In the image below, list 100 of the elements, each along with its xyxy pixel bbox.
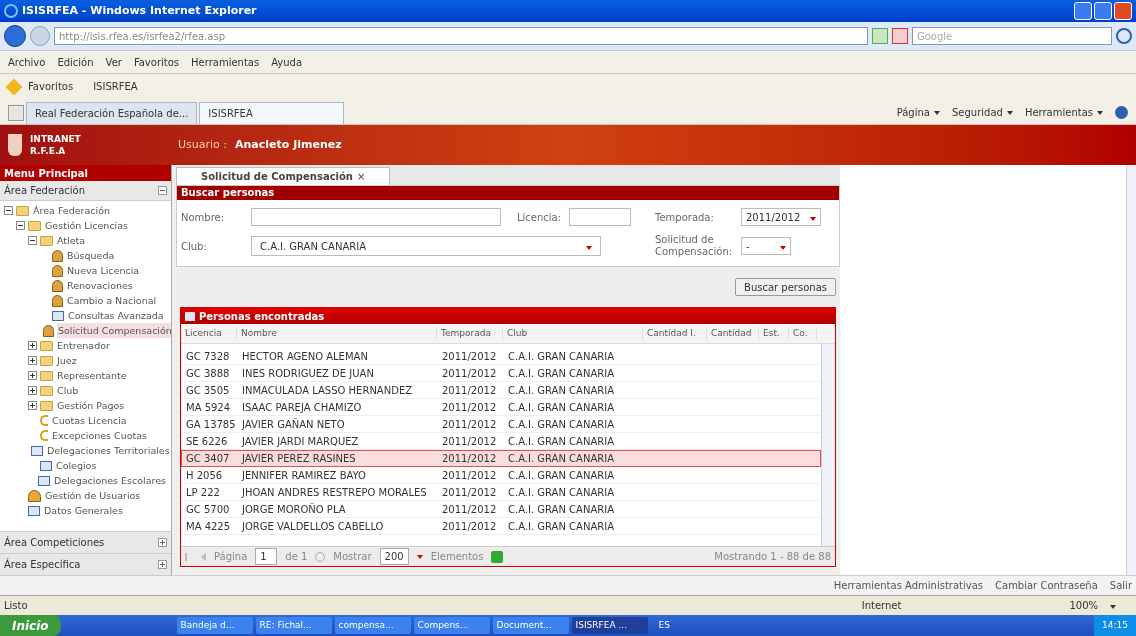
content-tab[interactable]: Solicitud de Compensación × (176, 167, 391, 185)
season-select[interactable]: 2011/2012 (741, 208, 821, 226)
maximize-button[interactable] (1094, 2, 1112, 20)
expand-icon[interactable] (28, 401, 37, 410)
favorites-button[interactable]: Favoritos (28, 79, 74, 94)
column-header[interactable]: Est. (759, 326, 789, 341)
table-cell-text: JAVIER JARDI MARQUEZ (240, 435, 360, 449)
collapse-icon[interactable] (28, 236, 37, 245)
tree-item[interactable]: Club (56, 383, 80, 398)
menu-item[interactable]: Ayuda (271, 54, 303, 70)
expand-icon[interactable] (28, 341, 37, 350)
tree-item[interactable]: Búsqueda (66, 248, 116, 263)
tree-item[interactable]: Solicitud Compensación (57, 323, 171, 338)
column-header[interactable]: Cantidad I. (643, 326, 707, 341)
tree-item[interactable]: Datos Generales (43, 503, 124, 518)
address-field[interactable]: http://isis.rfea.es/isrfea2/rfea.asp (54, 27, 868, 45)
expand-icon[interactable] (28, 386, 37, 395)
tree-item[interactable]: Representante (56, 368, 128, 383)
club-select[interactable]: C.A.I. GRAN CANARIA (251, 236, 601, 256)
table-row[interactable]: GC 7328 HECTOR AGENO ALEMAN 2011/2012 C.A.I. GRAN CANARIA (181, 348, 821, 365)
tree-item[interactable]: Gestión Licencias (44, 218, 130, 233)
tree-item[interactable]: Gestión de Usuarios (44, 488, 142, 503)
menu-item[interactable]: Ver (105, 54, 122, 70)
expand-icon[interactable] (28, 371, 37, 380)
tree-item[interactable]: Consultas Avanzada (67, 308, 165, 323)
accordion-header[interactable]: Área Competiciones (0, 531, 171, 553)
person-icon (52, 294, 63, 307)
table-cell-text: GC 7328 (185, 350, 231, 364)
back-button[interactable] (4, 25, 26, 47)
panel-title: Buscar personas (177, 186, 839, 200)
collapse-icon[interactable] (16, 221, 25, 230)
taskbar-button[interactable]: RE: Fichal... (255, 617, 332, 634)
tree-item[interactable]: Cuotas Licencia (51, 413, 128, 428)
tree-item[interactable]: Juez (56, 353, 78, 368)
browser-tab[interactable]: Real Federación Española de... (26, 102, 198, 124)
table-cell-text: 2011/2012 (441, 350, 498, 364)
name-input[interactable] (251, 208, 501, 226)
tree-item[interactable]: Colegios (55, 458, 98, 473)
column-header[interactable]: Licencia (181, 326, 237, 341)
footer-link[interactable]: Salir (1109, 578, 1132, 593)
scrollbar[interactable] (821, 344, 835, 546)
table-row[interactable]: MA 5924 ISAAC PAREJA CHAMIZO 2011/2012 C.A.I. GRAN CANARIA (181, 399, 821, 416)
tree-item[interactable]: Nueva Licencia (66, 263, 141, 278)
table-row[interactable]: GC 3505 INMACULADA LASSO HERNANDEZ 2011/2012 C.A.I. GRAN CANARIA (181, 382, 821, 399)
compensation-select[interactable]: - (741, 237, 791, 255)
collapse-icon[interactable] (4, 206, 13, 215)
page-size-select[interactable]: 200 (379, 548, 409, 565)
command-menu[interactable]: Herramientas (1024, 105, 1103, 120)
table-row[interactable]: GA 13785 JAVIER GAÑAN NETO 2011/2012 C.A.I. GRAN CANARIA (181, 416, 821, 433)
menu-item[interactable]: Favoritos (133, 54, 180, 70)
expand-icon[interactable] (28, 356, 37, 365)
taskbar-button[interactable]: Bandeja d... (176, 617, 253, 634)
caret-icon (1006, 110, 1013, 115)
taskbar-button[interactable]: ISISRFEA ... (571, 617, 648, 634)
table-row[interactable]: LP 222 JHOAN ANDRES RESTREPO MORALES 2011/2012 C.A.I. GRAN CANARIA (181, 484, 821, 501)
close-button[interactable] (1114, 2, 1132, 20)
table-row[interactable]: H 2056 JENNIFER RAMIREZ BAYO 2011/2012 C.A.I. GRAN CANARIA (181, 467, 821, 484)
tree-item[interactable]: Excepciones Cuotas (51, 428, 149, 443)
tree-item[interactable]: Gestión Pagos (56, 398, 126, 413)
table-row[interactable]: GC 3888 INES RODRIGUEZ DE JUAN 2011/2012 C.A.I. GRAN CANARIA (181, 365, 821, 382)
table-row[interactable]: MA 4225 JORGE VALDELLOS CABELLO 2011/2012 C.A.I. GRAN CANARIA (181, 518, 821, 535)
tree-item[interactable]: Entrenador (56, 338, 111, 353)
caret-icon (416, 554, 423, 559)
footer-link[interactable]: Cambiar Contraseña (995, 578, 1098, 593)
favorite-link[interactable]: ISISRFEA (93, 79, 138, 94)
zoom-level[interactable]: 100% (1069, 598, 1098, 613)
menu-item[interactable]: Archivo (8, 54, 46, 70)
table-row[interactable]: GC 3407 JAVIER PEREZ RASINES 2011/2012 C.A.I. GRAN CANARIA (181, 450, 821, 467)
accordion-header[interactable]: Área Federación (0, 181, 171, 201)
taskbar-button[interactable]: Compens... (413, 617, 490, 634)
footer-link[interactable]: Herramientas Administrativas (833, 578, 983, 593)
browser-tab[interactable]: ISISRFEA (199, 102, 345, 124)
page-scrollbar[interactable] (1126, 165, 1136, 575)
search-button[interactable]: Buscar personas (735, 278, 836, 296)
page-input[interactable]: 1 (255, 548, 278, 565)
table-row[interactable]: GC 5700 JORGE MOROÑO PLA 2011/2012 C.A.I. GRAN CANARIA (181, 501, 821, 518)
column-header[interactable]: Co. (789, 326, 817, 341)
accordion-header[interactable]: Área Específica (0, 553, 171, 575)
column-header[interactable]: Temporada (437, 326, 503, 341)
column-header[interactable]: Club (503, 326, 643, 341)
column-header[interactable]: Nombre (237, 326, 437, 341)
minimize-button[interactable] (1074, 2, 1092, 20)
language-indicator[interactable]: ES (650, 618, 678, 633)
tree-item[interactable]: Área Federación (32, 203, 111, 218)
tree-item[interactable]: Delegaciones Escolares (53, 473, 167, 488)
form-icon (40, 460, 52, 471)
license-input[interactable] (569, 208, 631, 226)
command-menu[interactable]: Página (896, 105, 940, 120)
menu-item[interactable]: Herramientas (191, 54, 260, 70)
tree-item[interactable]: Delegaciones Territoriales (46, 443, 171, 458)
column-header[interactable]: Cantidad (707, 326, 759, 341)
menu-item[interactable]: Edición (57, 54, 94, 70)
caret-icon (586, 245, 592, 250)
taskbar-button[interactable]: compensa... (334, 617, 411, 634)
taskbar-button[interactable]: Document... (492, 617, 569, 634)
command-menu[interactable]: Seguridad (951, 105, 1013, 120)
tree-item[interactable]: Atleta (56, 233, 87, 248)
tree-item[interactable]: Cambio a Nacional (66, 293, 158, 308)
start-button[interactable]: Inicio (0, 615, 61, 636)
tree-item[interactable]: Renovaciones (66, 278, 134, 293)
